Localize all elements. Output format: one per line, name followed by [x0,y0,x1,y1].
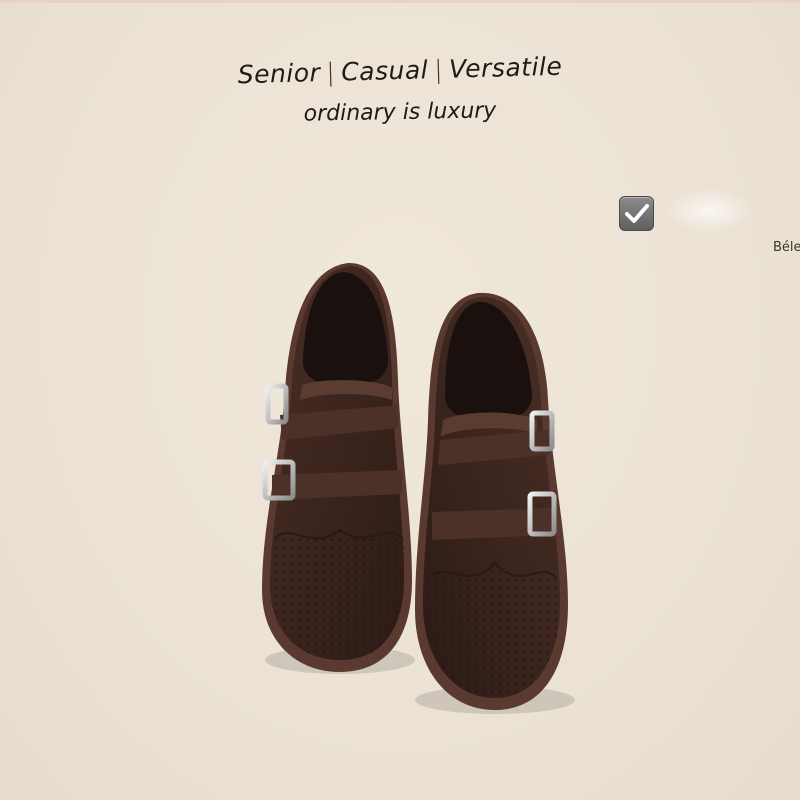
right-shoe [415,292,575,714]
shoes-photo [262,262,575,714]
left-shoe [262,262,415,674]
